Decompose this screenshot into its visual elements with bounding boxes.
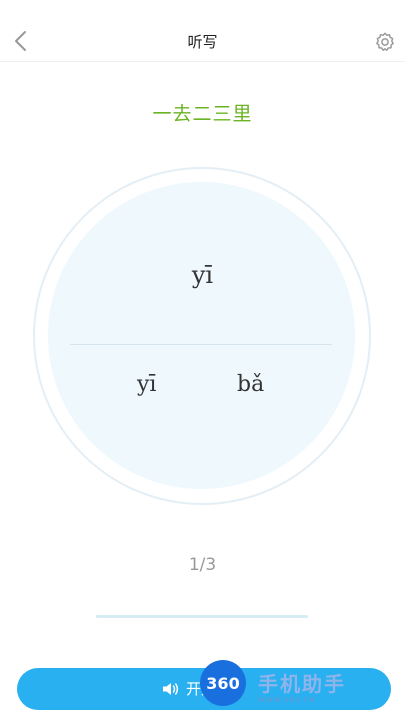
watermark-text: 手机助手 xyxy=(258,672,346,696)
watermark-badge: 360 xyxy=(200,660,246,706)
page-title: 听写 xyxy=(187,33,218,51)
word-characters: 一去二三里 xyxy=(152,103,253,125)
watermark-sub: WWW.360.CN xyxy=(258,696,316,704)
watermark: 360 手机助手 WWW.360.CN xyxy=(200,660,405,720)
main-pinyin: yī xyxy=(191,261,214,289)
progress-counter: 1/3 xyxy=(188,555,217,575)
card-divider xyxy=(70,344,332,345)
gear-icon[interactable] xyxy=(374,31,396,53)
top-bar: 听写 xyxy=(0,0,405,62)
syllable-option[interactable]: yī xyxy=(137,370,156,400)
progress-bar-fill xyxy=(96,615,167,618)
progress-bar xyxy=(96,615,308,618)
syllable-option[interactable]: bǎ xyxy=(237,370,264,400)
speaker-icon xyxy=(162,683,179,695)
pinyin-card xyxy=(48,182,355,489)
